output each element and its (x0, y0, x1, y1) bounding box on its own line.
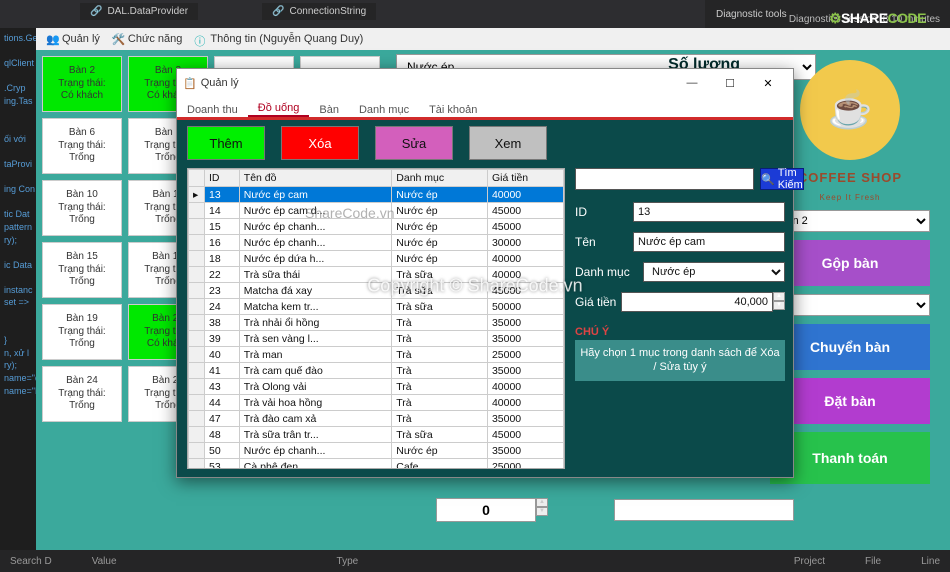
detail-form: 🔍Tìm Kiếm ID Tên Danh mụcNước ép Giá tiề… (575, 168, 785, 469)
cup-icon: ☕ (828, 92, 873, 128)
table-row[interactable]: 38Trà nhải ổi hồngTrà35000 (189, 315, 564, 331)
table-row[interactable]: 15Nước ép chanh...Nước ép45000 (189, 219, 564, 235)
delete-button[interactable]: Xóa (281, 126, 359, 160)
table-card[interactable]: Bàn 15Trạng thái:Trống (42, 242, 122, 298)
quantity-input[interactable] (436, 498, 536, 522)
table-card[interactable]: Bàn 6Trạng thái:Trống (42, 118, 122, 174)
dialog-tab[interactable]: Đồ uống (248, 100, 310, 117)
manage-dialog: 📋 Quản lý — ☐ ✕ Doanh thuĐồ uốngBànDanh … (176, 68, 794, 478)
edit-button[interactable]: Sửa (375, 126, 453, 160)
table-row[interactable]: 14Nước ép cam d...Nước ép45000 (189, 203, 564, 219)
table-row[interactable]: 40Trà manTrà25000 (189, 347, 564, 363)
reserve-table-button[interactable]: Đặt bàn (770, 378, 930, 424)
table-card[interactable]: Bàn 19Trạng thái:Trống (42, 304, 122, 360)
app-icon: 📋 (183, 77, 197, 90)
maximize-button[interactable]: ☐ (711, 72, 749, 94)
brand-name: COFFEE SHOP (798, 170, 902, 185)
col-name[interactable]: Tên đồ (239, 170, 391, 187)
note-title: CHÚ Ý (575, 326, 785, 338)
table-row[interactable]: 22Trà sữa tháiTrà sữa40000 (189, 267, 564, 283)
gear-icon: ⚙ (829, 10, 841, 26)
table-row[interactable]: 47Trà đào cam xảTrà35000 (189, 411, 564, 427)
ide-statusbar: Search D Value Type Project File Line (0, 550, 950, 572)
move-table-button[interactable]: Chuyển bàn (770, 324, 930, 370)
dialog-tab[interactable]: Tài khoản (419, 102, 487, 117)
info-icon: ⓘ (194, 33, 206, 45)
id-field[interactable] (633, 202, 785, 222)
minimize-button[interactable]: — (673, 72, 711, 94)
table-row[interactable]: 23Matcha đá xayTrà sữa45000 (189, 283, 564, 299)
table-row[interactable]: 44Trà vải hoa hồngTrà40000 (189, 395, 564, 411)
close-button[interactable]: ✕ (749, 72, 787, 94)
dialog-tab[interactable]: Bàn (309, 102, 349, 117)
table-row[interactable]: 43Trà Olong vảiTrà40000 (189, 379, 564, 395)
table-select-2[interactable] (770, 294, 930, 316)
sharecode-logo: ⚙SHARECODE (829, 10, 926, 27)
id-label: ID (575, 205, 633, 219)
menu-quanly[interactable]: 👥Quản lý (42, 33, 104, 45)
total-input[interactable] (614, 499, 794, 521)
add-button[interactable]: Thêm (187, 126, 265, 160)
category-field[interactable]: Nước ép (643, 262, 785, 282)
table-row[interactable]: 53Cà phê đenCafe25000 (189, 459, 564, 470)
dialog-titlebar[interactable]: 📋 Quản lý — ☐ ✕ (177, 69, 793, 97)
search-input[interactable] (575, 168, 754, 190)
name-field[interactable] (633, 232, 785, 252)
shop-logo: ☕ (800, 60, 900, 160)
status-value: Value (92, 556, 117, 567)
view-button[interactable]: Xem (469, 126, 547, 160)
dialog-title: Quản lý (201, 77, 239, 89)
price-field[interactable] (621, 292, 773, 312)
merge-table-button[interactable]: Gộp bàn (770, 240, 930, 286)
status-project: Project (794, 556, 825, 567)
table-row[interactable]: ▸13Nước ép camNước ép40000 (189, 187, 564, 203)
col-category[interactable]: Danh mục (392, 170, 488, 187)
link-icon: 🔗 (90, 6, 102, 17)
data-grid[interactable]: ID Tên đồ Danh mục Giá tiền ▸13Nước ép c… (187, 168, 565, 469)
table-row[interactable]: 41Trà cam quế đàoTrà35000 (189, 363, 564, 379)
table-row[interactable]: 16Nước ép chanh...Nước ép30000 (189, 235, 564, 251)
price-spinner[interactable]: ▲▼ (773, 292, 785, 312)
table-row[interactable]: 48Trà sữa trân tr...Trà sữa45000 (189, 427, 564, 443)
col-price[interactable]: Giá tiền (487, 170, 563, 187)
ide-tab[interactable]: 🔗ConnectionString (262, 3, 376, 20)
category-label: Danh mục (575, 265, 643, 279)
search-button[interactable]: 🔍Tìm Kiếm (760, 168, 804, 190)
link-icon: 🔗 (272, 6, 284, 17)
table-card[interactable]: Bàn 10Trạng thái:Trống (42, 180, 122, 236)
menu-thongtin[interactable]: ⓘThông tin (Nguyễn Quang Duy) (190, 33, 367, 45)
quantity-spinner[interactable]: ▲▼ (536, 498, 548, 522)
dialog-tab[interactable]: Danh mục (349, 102, 419, 117)
ide-tab[interactable]: 🔗DAL.DataProvider (80, 3, 198, 20)
table-row[interactable]: 24Matcha kem tr...Trà sữa50000 (189, 299, 564, 315)
ide-tabs: 🔗DAL.DataProvider 🔗ConnectionString (80, 3, 376, 20)
note-text: Hãy chọn 1 mục trong danh sách để Xóa / … (575, 340, 785, 381)
table-row[interactable]: 18Nước ép dứa h...Nước ép40000 (189, 251, 564, 267)
table-card[interactable]: Bàn 2Trạng thái:Có khách (42, 56, 122, 112)
table-select[interactable]: Bàn 2 (770, 210, 930, 232)
status-search[interactable]: Search D (10, 556, 52, 567)
menu-chucnang[interactable]: 🛠️Chức năng (108, 33, 186, 45)
status-line: Line (921, 556, 940, 567)
status-type: Type (337, 556, 359, 567)
table-card[interactable]: Bàn 24Trạng thái:Trống (42, 366, 122, 422)
search-icon: 🔍 (761, 173, 775, 186)
app-menu: 👥Quản lý 🛠️Chức năng ⓘThông tin (Nguyễn … (36, 28, 950, 50)
tools-icon: 🛠️ (112, 33, 124, 45)
dialog-tab[interactable]: Doanh thu (177, 102, 248, 117)
table-row[interactable]: 39Trà sen vàng l...Trà35000 (189, 331, 564, 347)
name-label: Tên (575, 235, 633, 249)
status-file: File (865, 556, 881, 567)
dialog-tabs: Doanh thuĐồ uốngBànDanh mụcTài khoản (177, 97, 793, 117)
brand-sub: Keep It Fresh (819, 193, 880, 202)
manage-icon: 👥 (46, 33, 58, 45)
table-row[interactable]: 50Nước ép chanh...Nước ép35000 (189, 443, 564, 459)
col-id[interactable]: ID (205, 170, 240, 187)
checkout-button[interactable]: Thanh toán (770, 432, 930, 484)
price-label: Giá tiền (575, 295, 621, 309)
